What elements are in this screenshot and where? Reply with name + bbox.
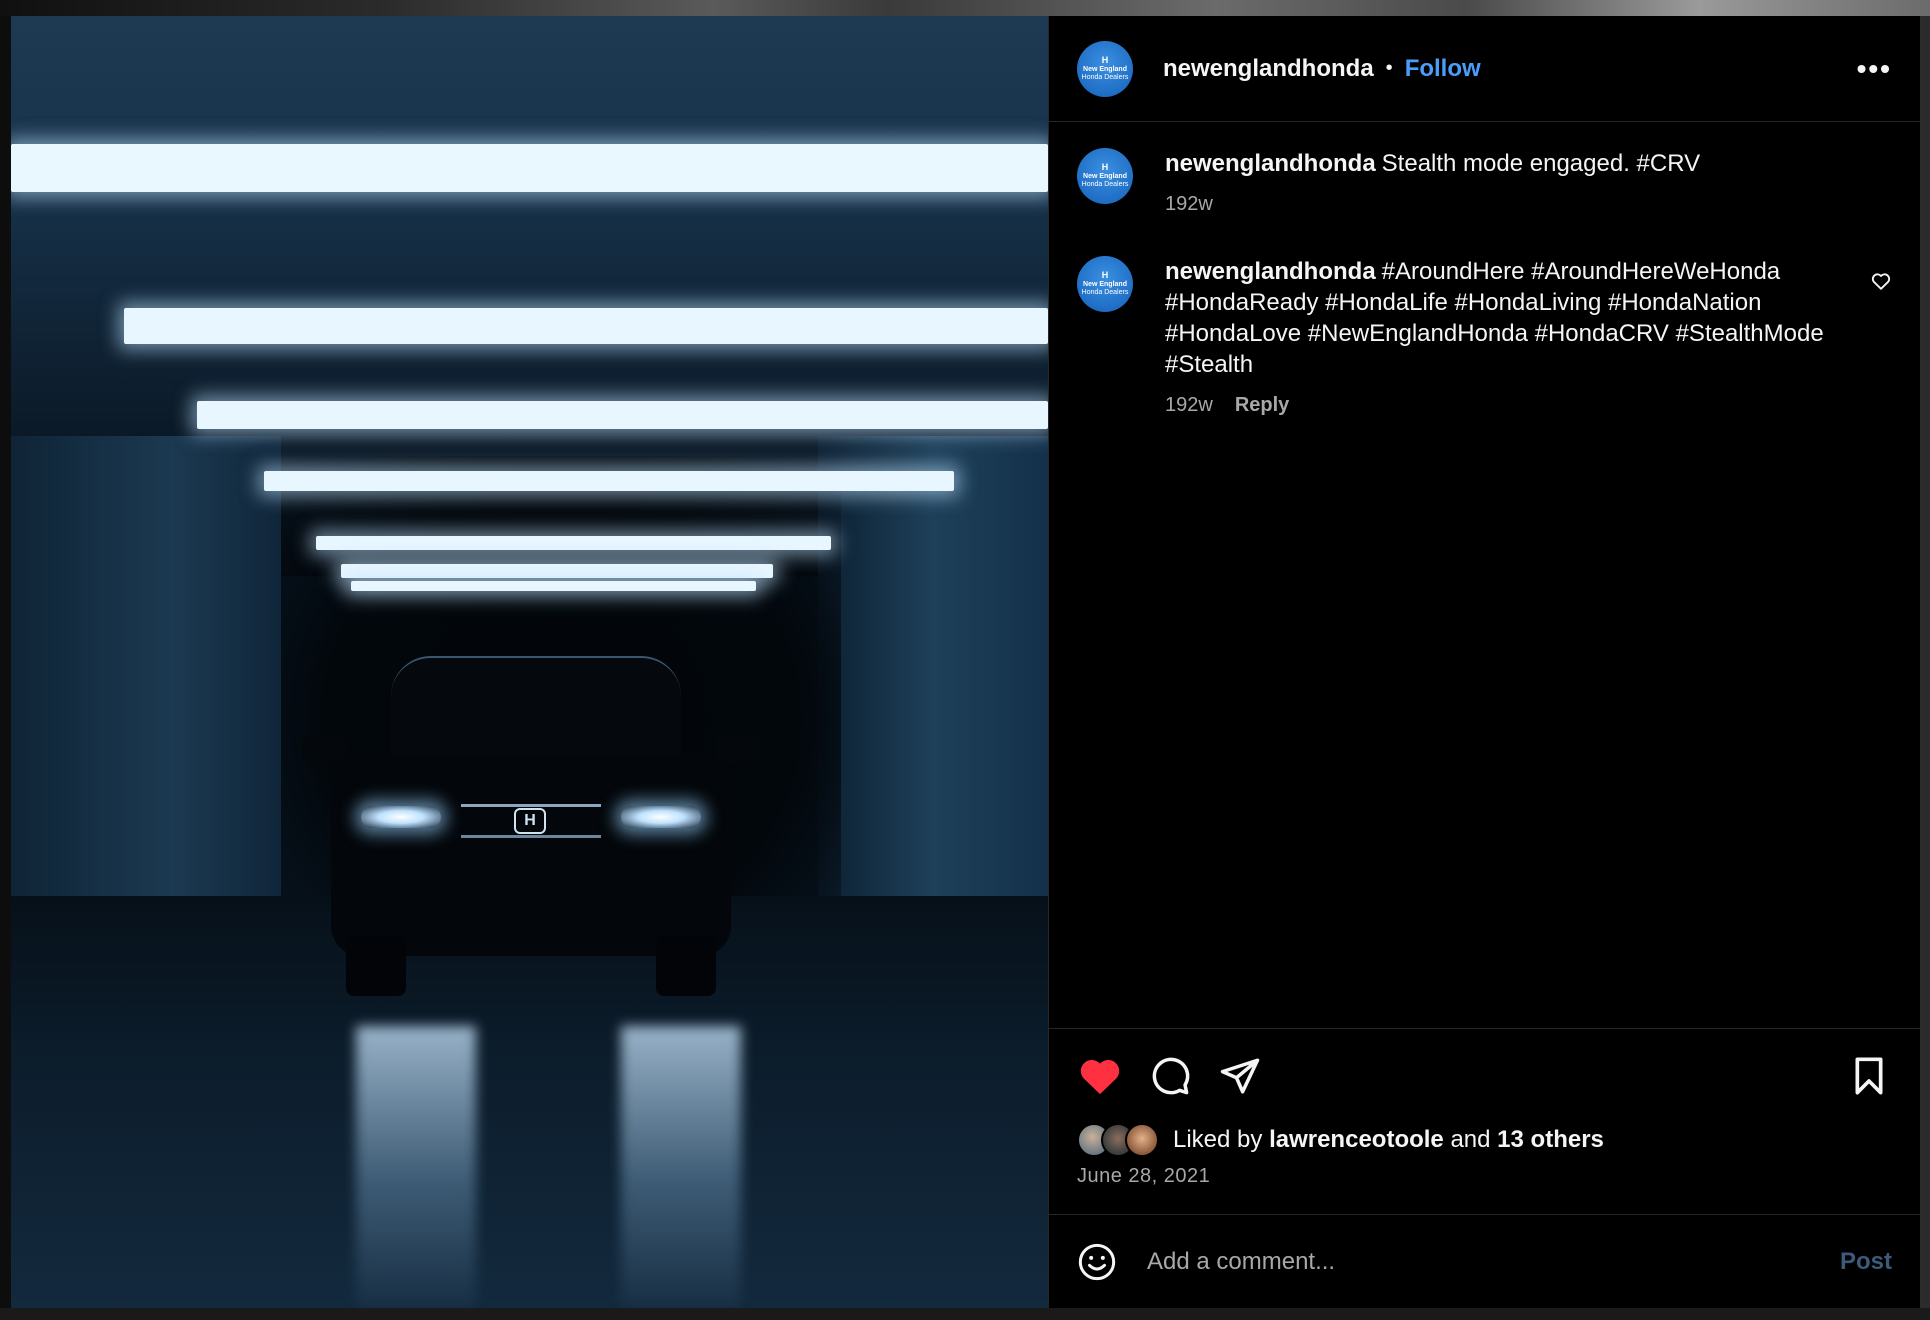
honda-emblem: H [514,808,546,834]
add-comment-bar: Post [1049,1214,1920,1308]
liker-username[interactable]: lawrenceotoole [1269,1126,1444,1154]
ceiling-light [316,536,831,550]
caption: H New England Honda Dealers newenglandho… [1077,148,1892,216]
ceiling-light [11,144,1048,192]
headlight-left [361,806,441,828]
comment-like-icon[interactable] [1870,270,1892,292]
comment-text: Stealth mode engaged. #CRV [1381,150,1701,177]
comments-list[interactable]: H New England Honda Dealers newenglandho… [1049,122,1920,1028]
avatar [1125,1123,1159,1157]
more-options-icon[interactable]: ••• [1857,53,1892,85]
smiley-icon[interactable] [1077,1242,1117,1282]
backdrop-bottom-strip [0,1308,1930,1320]
post-actions: Liked by lawrenceotoole and 13 others Ju… [1049,1028,1920,1214]
ceiling-light [341,564,773,578]
author-username[interactable]: newenglandhonda [1163,55,1374,83]
comment-age[interactable]: 192w [1165,193,1213,216]
comment-avatar[interactable]: H New England Honda Dealers [1077,148,1133,204]
ceiling-light [264,471,954,491]
post-modal: H H New England Honda Dealers newengland… [11,16,1920,1308]
car-silhouette: H [301,656,761,996]
reply-button[interactable]: Reply [1235,394,1289,417]
comment-author[interactable]: newenglandhonda [1165,150,1376,177]
bookmark-icon[interactable] [1846,1053,1892,1099]
headlight-reflection [621,1026,741,1308]
headlight-right [621,806,701,828]
heart-filled-icon[interactable] [1077,1053,1123,1099]
likes-summary: Liked by lawrenceotoole and 13 others [1077,1123,1892,1157]
ceiling-light [197,401,1048,429]
comment-input[interactable] [1147,1247,1840,1276]
comment-age[interactable]: 192w [1165,394,1213,417]
post-photo[interactable]: H [11,16,1048,1308]
liker-avatars[interactable] [1077,1123,1159,1157]
headlight-reflection [356,1026,476,1308]
post-header: H New England Honda Dealers newenglandho… [1049,16,1920,122]
comment-bubble-icon[interactable] [1147,1053,1193,1099]
comment-avatar[interactable]: H New England Honda Dealers [1077,256,1133,312]
comment-author[interactable]: newenglandhonda [1165,258,1376,285]
separator-dot: • [1385,57,1393,79]
author-avatar[interactable]: H New England Honda Dealers [1077,40,1133,97]
likes-others-link[interactable]: 13 others [1497,1126,1604,1154]
post-side-panel: H New England Honda Dealers newenglandho… [1048,16,1920,1308]
paper-plane-icon[interactable] [1217,1053,1263,1099]
ceiling-light [351,581,756,591]
follow-button[interactable]: Follow [1405,55,1481,83]
backdrop-top-strip [0,0,1930,16]
post-date[interactable]: June 28, 2021 [1077,1165,1892,1188]
post-comment-button[interactable]: Post [1840,1248,1892,1276]
comment-item: H New England Honda Dealers newenglandho… [1077,256,1892,417]
ceiling-light [124,308,1048,344]
